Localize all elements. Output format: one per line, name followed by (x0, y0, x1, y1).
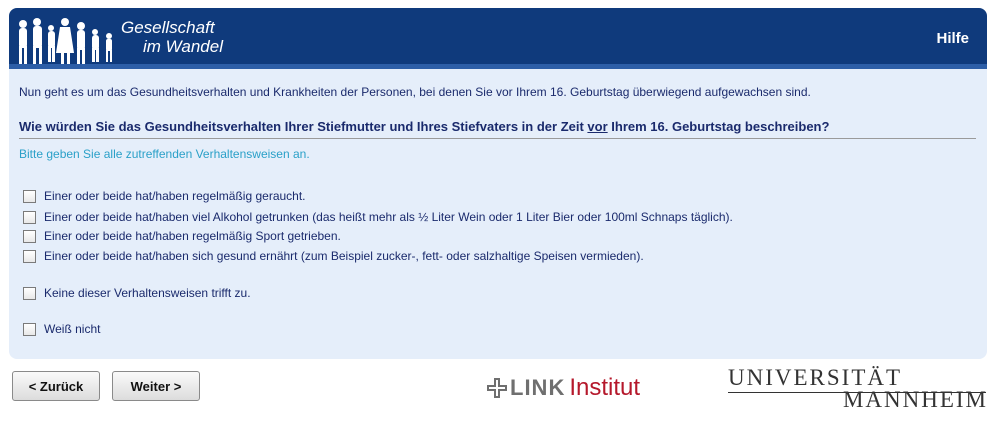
option-healthy-diet[interactable]: Einer oder beide hat/haben sich gesund e… (23, 248, 644, 264)
uni-line-2: MANNHEIM (842, 387, 988, 412)
institut-wordmark: Institut (569, 374, 641, 401)
help-link[interactable]: Hilfe (936, 30, 969, 47)
option-label: Einer oder beide hat/haben regelmäßig Sp… (44, 229, 341, 243)
logo-line-2: im Wandel (143, 37, 223, 56)
option-none[interactable]: Keine dieser Verhaltensweisen trifft zu. (23, 285, 251, 301)
back-button[interactable]: < Zurück (12, 371, 100, 401)
link-wordmark: LINK (510, 375, 566, 400)
question-part-2: Ihrem 16. Geburtstag beschreiben? (607, 119, 830, 134)
option-dont-know[interactable]: Weiß nicht (23, 321, 100, 337)
question-emphasis: vor (587, 119, 608, 134)
intro-text: Nun geht es um das Gesundheitsverhalten … (19, 85, 811, 99)
checkbox[interactable] (23, 210, 36, 224)
option-sport[interactable]: Einer oder beide hat/haben regelmäßig Sp… (23, 228, 341, 244)
option-label: Einer oder beide hat/haben regelmäßig ge… (44, 189, 306, 203)
next-button[interactable]: Weiter > (112, 371, 200, 401)
option-label: Einer oder beide hat/haben viel Alkohol … (44, 210, 733, 224)
site-logo-text: Gesellschaft im Wandel (121, 18, 223, 56)
question-divider (19, 138, 976, 139)
checkbox[interactable] (23, 286, 36, 300)
question-part-1: Wie würden Sie das Gesundheitsverhalten … (19, 119, 588, 134)
people-silhouette-logo-icon (19, 18, 112, 64)
option-smoking[interactable]: Einer oder beide hat/haben regelmäßig ge… (23, 188, 306, 204)
checkbox[interactable] (23, 229, 36, 243)
header-stripe (9, 64, 987, 69)
option-label: Keine dieser Verhaltensweisen trifft zu. (44, 286, 251, 300)
link-institut-logo: LINK Institut (487, 374, 640, 402)
checkbox[interactable] (23, 249, 36, 263)
link-cross-icon (487, 378, 507, 398)
option-label: Weiß nicht (44, 322, 101, 336)
university-mannheim-logo: UNIVERSITÄT MANNHEIM (728, 365, 988, 413)
header-bar: Gesellschaft im Wandel Hilfe (9, 8, 987, 69)
checkbox[interactable] (23, 322, 36, 336)
instruction-hint: Bitte geben Sie alle zutreffenden Verhal… (19, 147, 310, 161)
option-alcohol[interactable]: Einer oder beide hat/haben viel Alkohol … (23, 209, 733, 225)
checkbox[interactable] (23, 189, 36, 203)
option-label: Einer oder beide hat/haben sich gesund e… (44, 249, 644, 263)
survey-panel: Gesellschaft im Wandel Hilfe Nun geht es… (9, 8, 987, 359)
logo-line-1: Gesellschaft (121, 18, 215, 37)
question-text: Wie würden Sie das Gesundheitsverhalten … (19, 119, 829, 134)
